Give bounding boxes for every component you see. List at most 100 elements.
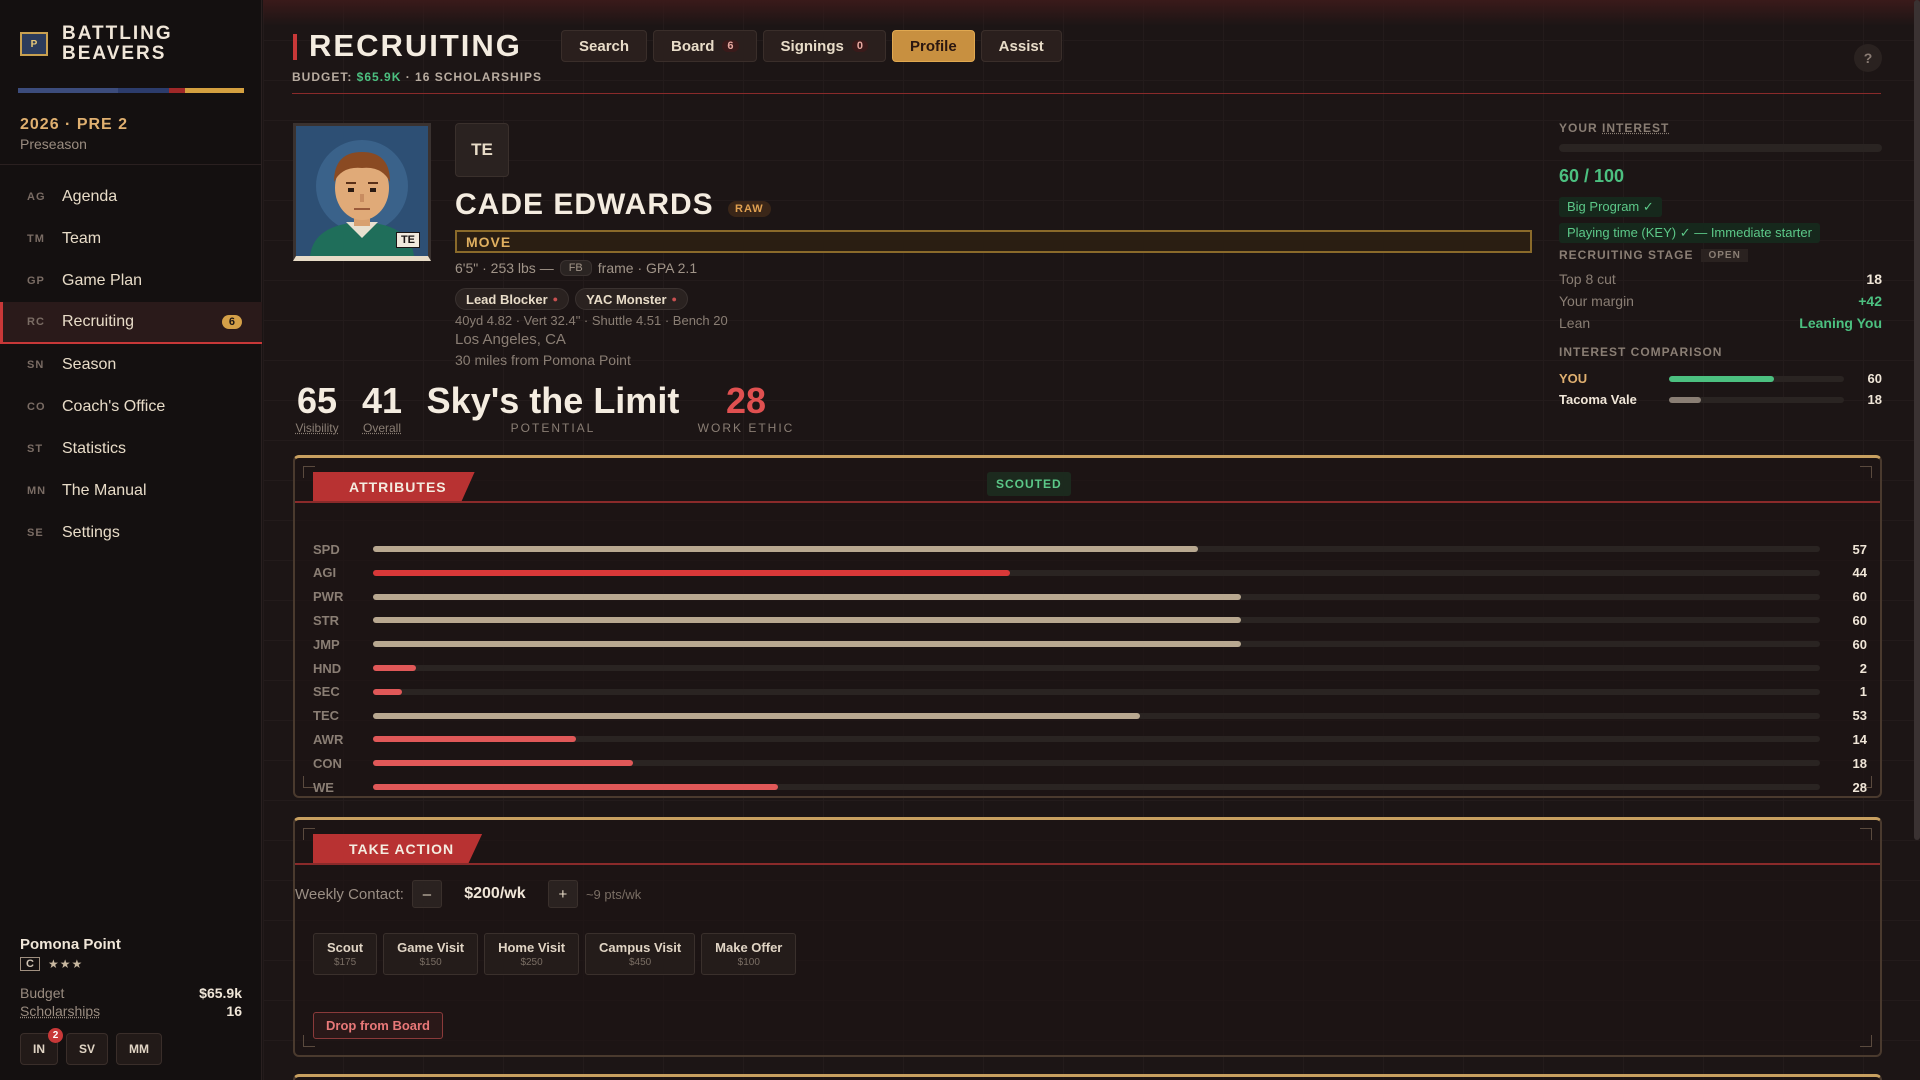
overall-label[interactable]: Overall	[358, 421, 406, 435]
sidebar-item-agenda[interactable]: AG Agenda	[0, 176, 262, 218]
measurables: 40yd 4.82 · Vert 32.4" · Shuttle 4.51 · …	[455, 313, 728, 328]
main-content: RECRUITING Search Board 6 Signings 0 Profile A…	[263, 0, 1920, 1080]
help-button[interactable]: ?	[1854, 44, 1882, 72]
inbox-button[interactable]: IN 2	[20, 1028, 63, 1065]
recruiting-tabs: Search Board 6 Signings 0 Profile Assist	[561, 30, 1062, 62]
tab-signings[interactable]: Signings 0	[762, 30, 886, 62]
sidebar-item-abbr: AG	[27, 191, 46, 203]
sidebar-item-season[interactable]: SN Season	[0, 344, 262, 386]
attribute-name: CON	[313, 755, 342, 771]
player-portrait: TE	[293, 123, 431, 261]
sidebar-item-label: Game Plan	[62, 272, 143, 289]
trait-label: Lead Blocker	[466, 291, 548, 307]
action-cost: $450	[628, 957, 652, 968]
main-menu-button[interactable]: MM	[116, 1033, 163, 1065]
sidebar-item-label: Team	[62, 230, 102, 247]
make-offer-button[interactable]: Make Offer $100	[701, 933, 797, 975]
tab-label: Assist	[998, 37, 1044, 55]
stripe-segment	[168, 88, 186, 93]
sidebar-item-team[interactable]: TM Team	[0, 218, 262, 260]
team-logo-icon: P	[20, 32, 48, 56]
trait-dot-icon: ●	[671, 294, 677, 304]
sidebar-item-abbr: TM	[27, 233, 45, 245]
sidebar-item-the-manual[interactable]: MN The Manual	[0, 470, 262, 512]
stripe-segment	[18, 88, 119, 93]
raw-badge: RAW	[728, 201, 771, 217]
home-visit-button[interactable]: Home Visit $250	[484, 933, 580, 975]
sidebar-count-badge: 6	[221, 315, 242, 329]
brand[interactable]: P BATTLING BEAVERS	[20, 24, 192, 64]
action-cost: $150	[419, 957, 442, 968]
attribute-bar	[373, 688, 1820, 695]
recruiting-stage: RECRUITING STAGE OPEN	[1559, 248, 1748, 262]
team-name: BATTLING BEAVERS	[62, 23, 173, 64]
sidebar-item-recruiting[interactable]: RC Recruiting 6	[0, 302, 262, 344]
attribute-name: SPD	[313, 541, 340, 557]
sidebar-item-label: Agenda	[62, 188, 118, 205]
lean-row: Lean Leaning You	[1559, 315, 1882, 331]
scholarships-label[interactable]: Scholarships	[20, 1003, 100, 1019]
season-title: 2026 · PRE 2	[20, 116, 129, 133]
sidebar-item-statistics[interactable]: ST Statistics	[0, 428, 262, 470]
campus-visit-button[interactable]: Campus Visit $450	[585, 933, 696, 975]
action-label: Scout	[327, 940, 364, 955]
attribute-bar	[373, 593, 1820, 600]
sidebar-item-label: Settings	[62, 524, 120, 541]
tab-profile[interactable]: Profile	[891, 30, 975, 62]
trait-chip[interactable]: Lead Blocker ●	[455, 288, 570, 310]
attribute-bar-fill	[373, 569, 1010, 576]
position-badge: TE	[455, 123, 509, 177]
weekly-contact-label: Weekly Contact:	[295, 885, 404, 903]
attribute-value: 18	[1852, 755, 1867, 771]
top-glow	[263, 0, 1920, 26]
attribute-name: WE	[313, 779, 334, 795]
sidebar-item-game-plan[interactable]: GP Game Plan	[0, 260, 262, 302]
decrease-contact-button[interactable]: –	[411, 880, 442, 908]
sidebar-item-settings[interactable]: SE Settings	[0, 512, 262, 554]
action-buttons: Scout $175 Game Visit $150 Home Visit $250 Cam…	[313, 933, 797, 975]
sidebar-item-label: Coach's Office	[62, 398, 166, 415]
scouted-badge: SCOUTED	[987, 472, 1071, 496]
tab-label: Profile	[909, 37, 957, 55]
tab-board[interactable]: Board 6	[653, 30, 757, 62]
budget-label: Budget	[20, 985, 65, 1001]
sidebar-item-abbr: MN	[27, 485, 47, 497]
tab-assist[interactable]: Assist	[980, 30, 1062, 62]
attribute-bar-fill	[373, 760, 634, 767]
comparison-school: Tacoma Vale	[1559, 392, 1637, 407]
interest-panel: YOUR INTEREST 60 / 100 Big Program ✓ Pla…	[1559, 121, 1882, 243]
archetype-bar: MOVE	[455, 230, 1532, 253]
attribute-bar	[373, 617, 1820, 624]
attributes-title: ATTRIBUTES	[313, 472, 475, 501]
attribute-bar	[373, 760, 1820, 767]
work-ethic-label: WORK ETHIC	[697, 421, 795, 435]
attribute-bar-fill	[373, 712, 1140, 719]
trait-chip[interactable]: YAC Monster ●	[575, 288, 688, 310]
attribute-name: JMP	[313, 636, 340, 652]
tab-search[interactable]: Search	[561, 30, 648, 62]
title-accent	[293, 34, 297, 60]
tab-count-badge: 6	[722, 40, 739, 52]
tab-label: Signings	[780, 37, 844, 55]
attribute-value: 60	[1852, 612, 1867, 628]
scrollbar[interactable]	[1914, 0, 1920, 840]
visibility-label[interactable]: Visibility	[293, 421, 341, 435]
save-button[interactable]: SV	[66, 1033, 109, 1065]
attribute-row-spd: SPD 57	[313, 540, 1867, 558]
team-color-stripe	[18, 88, 244, 93]
attribute-bar	[373, 569, 1820, 576]
interest-factor-chip: Big Program ✓	[1559, 197, 1662, 217]
drop-from-board-button[interactable]: Drop from Board	[313, 1012, 443, 1039]
scout-button[interactable]: Scout $175	[313, 933, 378, 975]
sidebar-item-abbr: GP	[27, 275, 45, 287]
action-label: Game Visit	[397, 940, 465, 955]
attribute-bar-fill	[373, 617, 1242, 624]
attribute-name: HND	[313, 660, 342, 676]
increase-contact-button[interactable]: +	[547, 880, 578, 908]
attribute-bar-fill	[373, 641, 1242, 648]
action-cost: $175	[333, 957, 357, 968]
sidebar-item-coach-s-office[interactable]: CO Coach's Office	[0, 386, 262, 428]
attributes-panel: ATTRIBUTES SCOUTED SPD 57 AGI 44 PWR 60 STR 60 J…	[293, 455, 1882, 798]
overall-stat: 41 Overall	[358, 381, 406, 436]
game-visit-button[interactable]: Game Visit $150	[383, 933, 479, 975]
